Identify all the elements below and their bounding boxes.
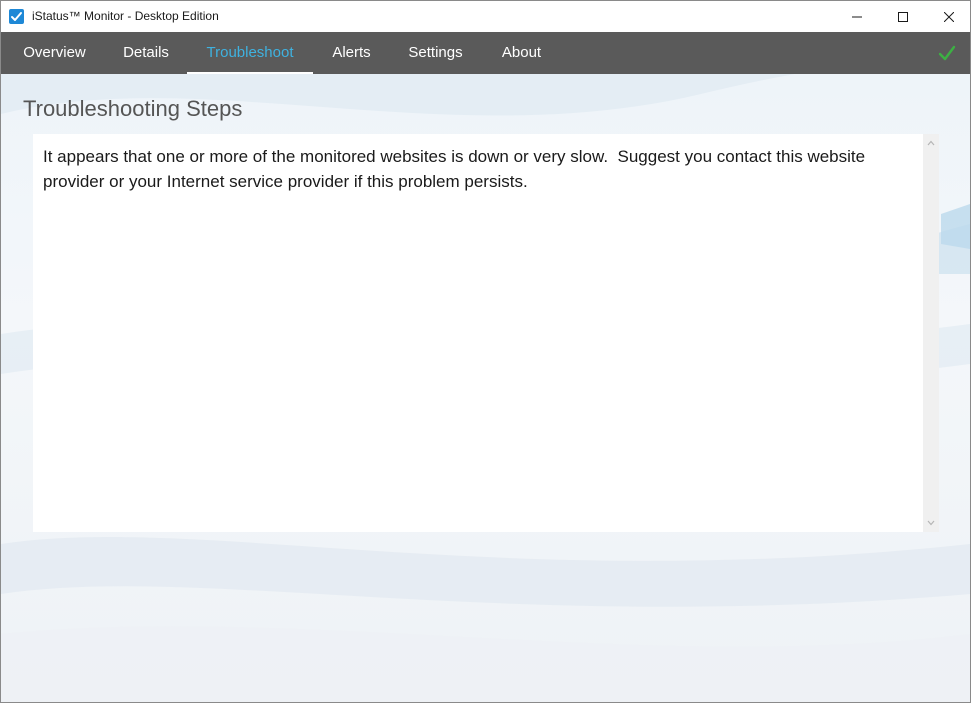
minimize-button[interactable]: [834, 1, 880, 32]
troubleshooting-panel: It appears that one or more of the monit…: [33, 134, 939, 532]
troubleshooting-message: It appears that one or more of the monit…: [43, 147, 870, 191]
scroll-down-button[interactable]: [926, 518, 936, 528]
title-bar[interactable]: iStatus™ Monitor - Desktop Edition: [1, 1, 970, 32]
close-button[interactable]: [926, 1, 970, 32]
window-title: iStatus™ Monitor - Desktop Edition: [32, 9, 219, 23]
tab-overview[interactable]: Overview: [9, 32, 100, 74]
chevron-up-icon: [927, 140, 935, 146]
minimize-icon: [852, 16, 862, 17]
tab-details[interactable]: Details: [105, 32, 187, 74]
scroll-up-button[interactable]: [926, 138, 936, 148]
app-window: iStatus™ Monitor - Desktop Edition Overv…: [0, 0, 971, 703]
main-content: Troubleshooting Steps It appears that on…: [1, 74, 970, 702]
tab-troubleshoot[interactable]: Troubleshoot: [187, 32, 313, 74]
tab-alerts[interactable]: Alerts: [315, 32, 388, 74]
tab-about[interactable]: About: [484, 32, 559, 74]
chevron-down-icon: [927, 520, 935, 526]
checkmark-icon: [938, 45, 956, 61]
maximize-button[interactable]: [880, 1, 926, 32]
page-title: Troubleshooting Steps: [23, 96, 243, 121]
close-icon: [944, 11, 954, 22]
app-logo-icon: [9, 9, 24, 24]
tab-settings[interactable]: Settings: [392, 32, 479, 74]
maximize-icon: [898, 11, 908, 22]
main-nav: Overview Details Troubleshoot Alerts Set…: [1, 32, 970, 74]
vertical-scrollbar[interactable]: [923, 134, 939, 532]
